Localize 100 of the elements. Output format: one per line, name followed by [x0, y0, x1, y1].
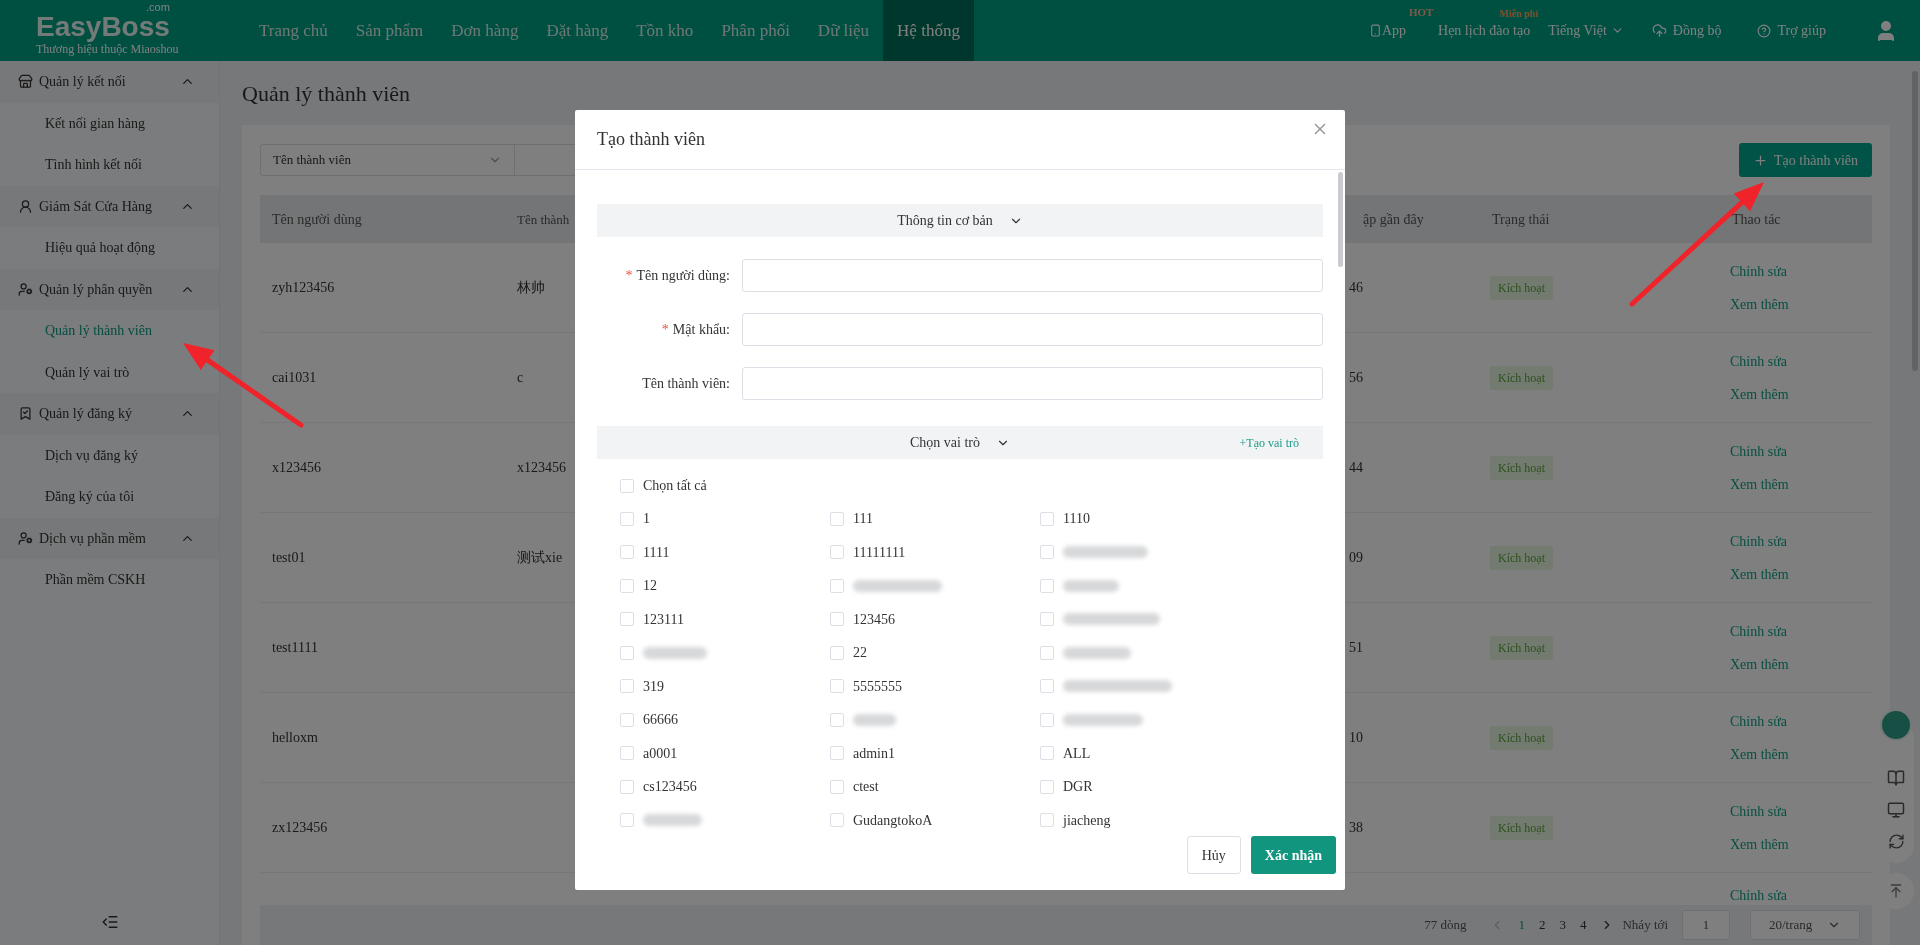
redacted-label — [1063, 646, 1131, 659]
checkbox[interactable] — [1040, 612, 1054, 626]
action-link[interactable]: Xem thêm — [1730, 833, 1789, 855]
nav-tab[interactable]: Đặt hàng — [532, 0, 623, 61]
sidebar-group[interactable]: Dịch vụ phần mềm — [0, 517, 219, 559]
checkbox[interactable] — [620, 813, 634, 827]
nav-tab[interactable]: Tồn kho — [622, 0, 708, 61]
checkbox[interactable] — [1040, 578, 1054, 593]
page-number[interactable]: 4 — [1580, 915, 1587, 935]
action-link[interactable]: Xem thêm — [1730, 473, 1789, 495]
checkbox[interactable] — [830, 779, 844, 794]
input-field[interactable] — [742, 259, 1323, 292]
checkbox[interactable] — [1040, 545, 1054, 559]
checkbox[interactable] — [620, 612, 634, 626]
table-cell-text: test01 — [272, 549, 306, 567]
confirm-button[interactable]: Xác nhận — [1250, 836, 1336, 874]
action-link[interactable]: Xem thêm — [1730, 653, 1789, 675]
checkbox[interactable] — [830, 712, 844, 727]
checkbox[interactable] — [620, 679, 634, 693]
input-field[interactable] — [742, 313, 1323, 346]
sidebar-item[interactable]: Phần mềm CSKH — [0, 559, 219, 601]
checkbox[interactable] — [1040, 679, 1054, 693]
page-number[interactable]: 1 — [1518, 915, 1525, 935]
cancel-button[interactable]: Hủy — [1186, 836, 1241, 874]
scrollbar[interactable] — [1338, 172, 1343, 267]
action-link[interactable]: Xem thêm — [1730, 293, 1789, 315]
action-link[interactable]: Chỉnh sửa — [1730, 800, 1787, 822]
action-link[interactable]: Chỉnh sửa — [1730, 620, 1787, 642]
checkbox[interactable] — [1040, 813, 1054, 827]
checkbox[interactable] — [830, 545, 844, 559]
checkbox[interactable] — [830, 645, 844, 660]
checkbox[interactable] — [1040, 712, 1054, 727]
jump-field[interactable]: 1 — [1682, 910, 1730, 940]
section-header[interactable]: Chọn vai trò +Tạo vai trò — [597, 426, 1323, 459]
checkbox[interactable] — [1040, 511, 1054, 526]
sidebar-group[interactable]: Quản lý kết nối — [0, 61, 219, 103]
checkbox[interactable] — [830, 578, 844, 593]
checkbox[interactable] — [830, 679, 844, 693]
phone-icon — [1368, 24, 1382, 37]
collapse-icon[interactable] — [100, 913, 119, 931]
checkbox[interactable] — [830, 813, 844, 827]
nav-tab[interactable]: Đơn hàng — [437, 0, 533, 61]
checkbox[interactable] — [620, 545, 634, 559]
sidebar-group[interactable]: Quản lý đăng ký — [0, 393, 219, 435]
group-icon — [18, 281, 33, 297]
checkbox[interactable] — [620, 746, 634, 760]
action-link[interactable]: Chỉnh sửa — [1730, 530, 1787, 552]
checkbox[interactable] — [620, 478, 634, 493]
action-link[interactable]: Chỉnh sửa — [1730, 885, 1787, 905]
table-cell-text: x123456 — [272, 459, 321, 477]
checkbox[interactable] — [1040, 746, 1054, 760]
checkbox[interactable] — [1040, 645, 1054, 660]
checkbox[interactable] — [1040, 779, 1054, 794]
action-link[interactable]: Chỉnh sửa — [1730, 350, 1787, 372]
create-role-link[interactable]: +Tạo vai trò — [1239, 433, 1299, 452]
sidebar-item[interactable]: Hiệu quả hoạt động — [0, 227, 219, 269]
table-cell-text: 56 — [1349, 369, 1363, 387]
page-number[interactable]: 2 — [1539, 915, 1546, 935]
refresh-icon[interactable] — [1887, 833, 1905, 850]
table-cell-text: zyh123456 — [272, 279, 335, 297]
book-icon[interactable] — [1887, 769, 1905, 787]
nav-tab[interactable]: Trang chủ — [245, 0, 342, 61]
checkbox[interactable] — [830, 612, 844, 626]
action-link[interactable]: Xem thêm — [1730, 383, 1789, 405]
sync-link[interactable]: Đồng bộ — [1672, 20, 1722, 41]
app-link[interactable]: App — [1381, 20, 1407, 41]
checkbox-label: 22 — [853, 644, 867, 662]
checkbox-label: Chọn tất cả — [643, 477, 707, 495]
checkbox[interactable] — [620, 779, 634, 794]
page-number[interactable]: 3 — [1559, 915, 1566, 935]
sidebar-item[interactable]: Tình hình kết nối — [0, 144, 219, 186]
table-cell-text: 46 — [1349, 279, 1363, 297]
nav-tab[interactable]: Sản phẩm — [341, 0, 438, 61]
section-header[interactable]: Thông tin cơ bản — [597, 204, 1323, 237]
checkbox[interactable] — [830, 511, 844, 526]
action-link[interactable]: Chỉnh sửa — [1730, 260, 1787, 282]
checkbox[interactable] — [830, 746, 844, 760]
sidebar-group[interactable]: Giám Sát Cửa Hàng — [0, 185, 219, 227]
help-link[interactable]: Trợ giúp — [1777, 20, 1826, 41]
action-link[interactable]: Chỉnh sửa — [1730, 710, 1787, 732]
input-field[interactable] — [742, 367, 1323, 400]
filter-select[interactable]: Tên thành viên — [260, 144, 515, 176]
action-link[interactable]: Xem thêm — [1730, 563, 1789, 585]
checkbox[interactable] — [620, 578, 634, 593]
checkbox[interactable] — [620, 712, 634, 727]
language-select[interactable]: Tiếng Việt — [1548, 20, 1624, 41]
action-link[interactable]: Xem thêm — [1730, 743, 1789, 765]
action-link[interactable]: Chỉnh sửa — [1730, 440, 1787, 462]
sidebar-group[interactable]: Quản lý phân quyền — [0, 268, 219, 310]
checkbox[interactable] — [620, 645, 634, 660]
create-member-button[interactable]: Tạo thành viên — [1739, 143, 1872, 177]
nav-tab[interactable]: Phân phối — [707, 0, 804, 61]
group-icon — [18, 198, 33, 214]
monitor-icon[interactable] — [1887, 801, 1905, 819]
checkbox[interactable] — [620, 511, 634, 526]
training-link[interactable]: Hẹn lịch đào tạo — [1438, 20, 1531, 41]
checkbox-label: 66666 — [643, 711, 678, 729]
page-size-select[interactable]: 20/trang — [1750, 910, 1860, 940]
nav-tab[interactable]: Hệ thống — [883, 0, 974, 61]
sidebar-item[interactable]: Đăng ký của tôi — [0, 476, 219, 518]
